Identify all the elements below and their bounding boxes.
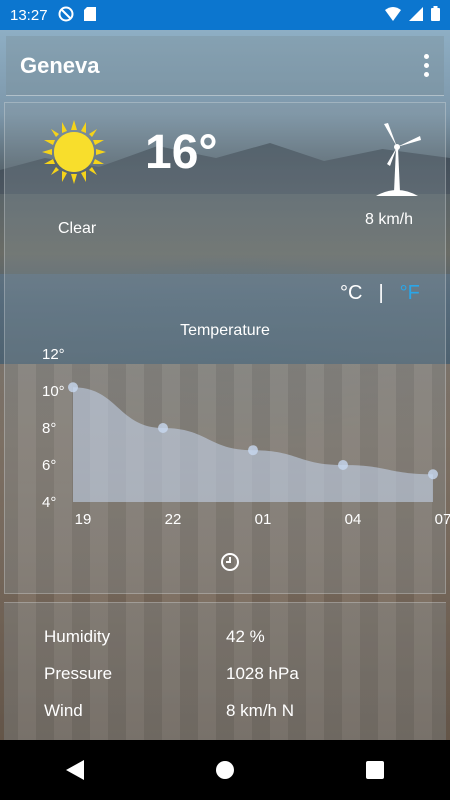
recents-icon — [366, 761, 384, 779]
clock-icon[interactable] — [220, 552, 240, 572]
details-panel: Humidity 42 % Pressure 1028 hPa Wind 8 k… — [4, 602, 446, 740]
back-button[interactable] — [45, 750, 105, 790]
celsius-button[interactable]: °C — [340, 282, 362, 305]
signal-icon — [409, 6, 423, 24]
y-tick-label: 8° — [42, 420, 56, 437]
city-title: Geneva — [20, 52, 100, 78]
chart-title: Temperature — [180, 322, 270, 339]
temperature-point — [68, 382, 78, 393]
temperature-point — [248, 445, 258, 456]
y-tick-label: 4° — [42, 494, 56, 511]
wind-speed: 8 km/h — [365, 211, 414, 228]
battery-icon — [431, 6, 440, 24]
wind-row: Wind 8 km/h N — [44, 701, 444, 721]
temperature-point — [158, 423, 168, 433]
condition-label: Clear — [58, 220, 97, 237]
unit-separator: | — [378, 282, 384, 304]
app-bar: Geneva — [6, 36, 444, 96]
pressure-label: Pressure — [44, 664, 113, 683]
home-button[interactable] — [195, 750, 255, 790]
y-tick-label: 10° — [42, 383, 65, 400]
y-tick-label: 12° — [42, 346, 65, 363]
sun-icon — [42, 120, 106, 184]
pressure-value: 1028 hPa — [226, 664, 299, 683]
sd-card-icon — [83, 6, 96, 24]
home-icon — [216, 761, 234, 779]
wind-label: Wind — [44, 701, 83, 720]
dot — [423, 63, 429, 68]
temperature-area — [73, 387, 433, 502]
wind-turbine-icon — [376, 123, 421, 196]
unit-toggle: °C | °F — [340, 282, 420, 305]
navigation-bar — [0, 740, 450, 800]
vpn-icon — [58, 6, 74, 25]
current-temperature: 16° — [145, 126, 218, 179]
overflow-menu-button[interactable] — [422, 54, 430, 77]
dot — [423, 54, 429, 59]
humidity-value: 42 % — [226, 627, 265, 646]
y-tick-label: 6° — [42, 457, 56, 474]
status-bar: 13:27 — [0, 0, 450, 30]
recents-button[interactable] — [345, 750, 405, 790]
wifi-icon — [385, 6, 401, 24]
fahrenheit-button[interactable]: °F — [400, 282, 420, 305]
pressure-row: Pressure 1028 hPa — [44, 664, 444, 684]
x-tick-label: 04 — [345, 511, 362, 528]
back-icon — [66, 760, 84, 780]
status-right — [385, 6, 440, 24]
temperature-chart: 4° 6° 8° 10° 12° 19 22 01 04 07 — [42, 346, 450, 528]
x-tick-label: 07 — [435, 511, 450, 528]
temperature-point — [428, 469, 438, 480]
status-time: 13:27 — [10, 6, 48, 24]
humidity-label: Humidity — [44, 627, 111, 646]
dot — [423, 72, 429, 77]
x-tick-label: 19 — [75, 511, 92, 528]
wind-value: 8 km/h N — [226, 701, 295, 720]
temperature-point — [338, 460, 348, 470]
humidity-row: Humidity 42 % — [44, 627, 444, 647]
x-tick-label: 22 — [165, 511, 182, 528]
x-tick-label: 01 — [255, 511, 272, 528]
